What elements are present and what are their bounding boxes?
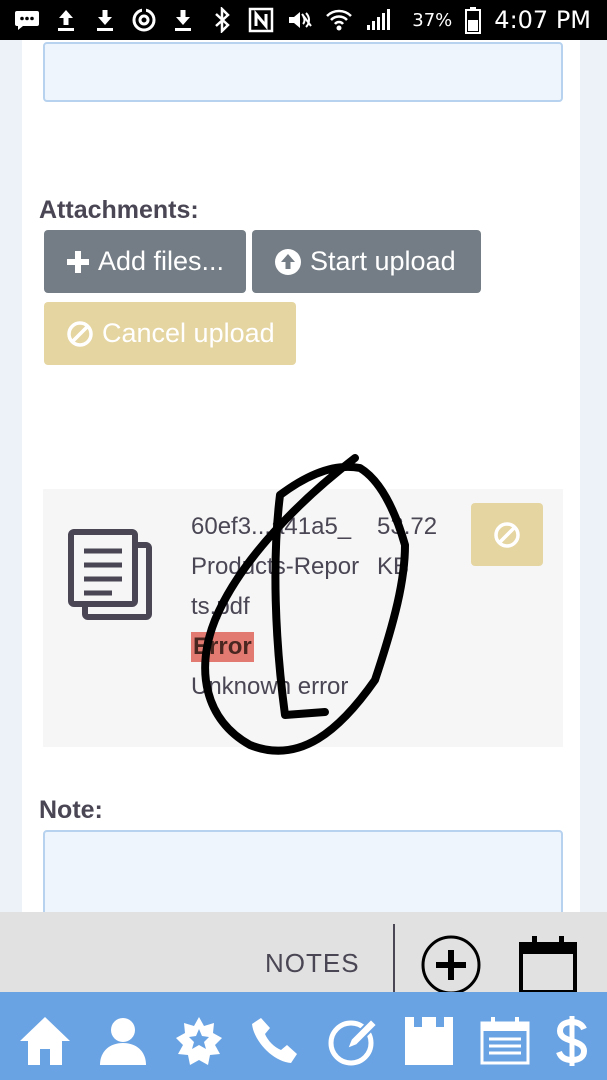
download-icon	[170, 7, 196, 33]
attachments-label: Attachments:	[39, 196, 199, 224]
status-right: 37% 4:07 PM	[412, 0, 591, 40]
add-circle-icon[interactable]	[420, 934, 482, 996]
file-cancel-button[interactable]	[471, 503, 543, 566]
form-page: Attachments: Add files... Start upload C…	[22, 40, 580, 940]
file-name-block: 60ef3...a41a5_Products-Reports.pdf Error…	[191, 507, 361, 707]
upload-circle-icon	[275, 248, 301, 275]
upload-icon	[53, 7, 79, 33]
cancel-upload-label: Cancel upload	[102, 318, 275, 348]
file-name: 60ef3...a41a5_Products-Reports.pdf	[191, 513, 360, 620]
edit-icon[interactable]	[326, 1014, 380, 1068]
error-badge: Error	[191, 632, 254, 662]
battery-icon	[460, 7, 486, 34]
note-label: Note:	[39, 796, 103, 824]
person-icon[interactable]	[96, 1014, 150, 1068]
clapper-icon[interactable]	[402, 1014, 456, 1068]
status-icons	[14, 0, 391, 40]
status-bar: 37% 4:07 PM	[0, 0, 607, 40]
error-message: Unknown error	[191, 673, 349, 700]
start-upload-label: Start upload	[310, 246, 456, 276]
wifi-icon	[326, 7, 352, 33]
notes-bar: NOTES	[0, 912, 607, 995]
add-files-button[interactable]: Add files...	[44, 230, 246, 293]
mute-icon	[287, 7, 313, 33]
download-icon	[92, 7, 118, 33]
badge-icon[interactable]	[172, 1014, 226, 1068]
file-row: 60ef3...a41a5_Products-Reports.pdf Error…	[43, 489, 563, 747]
notes-divider	[393, 924, 395, 992]
sync-icon	[131, 7, 157, 33]
home-icon[interactable]	[18, 1014, 72, 1068]
cancel-upload-button[interactable]: Cancel upload	[44, 302, 296, 365]
dollar-icon[interactable]	[546, 1014, 598, 1068]
nfc-icon	[248, 7, 274, 33]
file-size: 53.72 KB	[377, 513, 438, 580]
ban-icon	[494, 521, 520, 548]
clock: 4:07 PM	[494, 6, 591, 34]
battery-percent: 37%	[412, 9, 453, 31]
text-field[interactable]	[43, 42, 563, 102]
documents-icon	[68, 529, 152, 620]
calendar-icon[interactable]	[478, 1014, 532, 1068]
add-files-label: Add files...	[98, 246, 225, 276]
start-upload-button[interactable]: Start upload	[252, 230, 481, 293]
bottom-nav	[0, 992, 607, 1080]
calendar-icon[interactable]	[518, 934, 580, 996]
messages-icon	[14, 7, 40, 33]
plus-icon	[67, 250, 89, 273]
ban-icon	[67, 320, 93, 347]
bluetooth-icon	[209, 7, 235, 33]
signal-icon	[365, 7, 391, 33]
notes-label[interactable]: NOTES	[265, 948, 360, 979]
phone-icon[interactable]	[248, 1014, 302, 1068]
